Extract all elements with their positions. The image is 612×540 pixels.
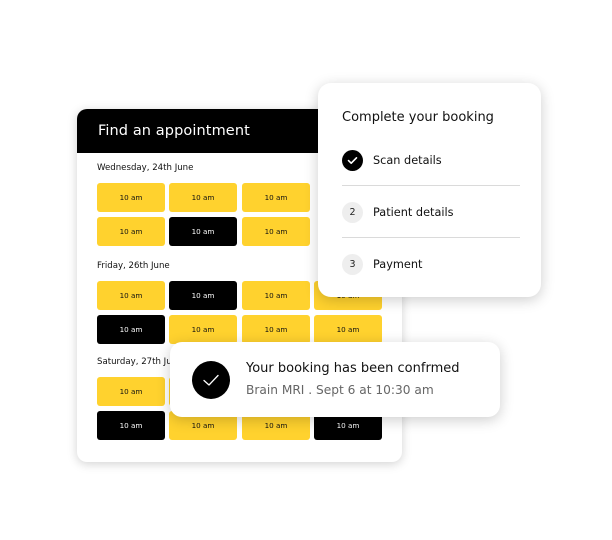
step-number: 2 — [342, 201, 363, 223]
time-slot-available[interactable]: 10 am — [169, 183, 237, 212]
time-slot-available[interactable]: 10 am — [97, 183, 165, 212]
time-slot-available[interactable]: 10 am — [242, 183, 310, 212]
toast-subtitle: Brain MRI . Sept 6 at 10:30 am — [246, 383, 434, 397]
step-label: Payment — [373, 257, 423, 271]
day-section: Wednesday, 24th June 10 am 10 am 10 am 10 am… — [97, 161, 310, 246]
booking-confirmed-toast: Your booking has been confrmed Brain MRI… — [170, 342, 500, 417]
day-label: Friday, 26th June — [97, 261, 170, 271]
time-slot-available[interactable]: 10 am — [242, 315, 310, 344]
time-slot-available[interactable]: 10 am — [97, 281, 165, 310]
check-icon — [342, 149, 363, 171]
day-label: Wednesday, 24th June — [97, 163, 194, 173]
time-slot-booked[interactable]: 10 am — [169, 281, 237, 310]
steps-title: Complete your booking — [342, 110, 494, 125]
step-label: Patient details — [373, 205, 454, 219]
time-slot-booked[interactable]: 10 am — [97, 411, 165, 440]
step-divider — [342, 237, 520, 238]
time-slot-available[interactable]: 10 am — [242, 281, 310, 310]
time-slot-available[interactable]: 10 am — [169, 315, 237, 344]
step-scan-details[interactable]: Scan details — [342, 149, 520, 171]
appointment-title: Find an appointment — [98, 123, 250, 139]
toast-title: Your booking has been confrmed — [246, 361, 460, 376]
time-slot-available[interactable]: 10 am — [97, 377, 165, 406]
time-slot-available[interactable]: 10 am — [314, 315, 382, 344]
step-number: 3 — [342, 253, 363, 275]
step-payment[interactable]: 3 Payment — [342, 253, 520, 275]
step-divider — [342, 185, 520, 186]
step-label: Scan details — [373, 153, 442, 167]
time-slot-available[interactable]: 10 am — [97, 217, 165, 246]
complete-booking-card: Complete your booking Scan details 2 Pat… — [318, 83, 541, 297]
check-circle-icon — [192, 361, 230, 399]
time-slot-available[interactable]: 10 am — [242, 217, 310, 246]
time-slot-booked[interactable]: 10 am — [169, 217, 237, 246]
time-slot-booked[interactable]: 10 am — [97, 315, 165, 344]
step-patient-details[interactable]: 2 Patient details — [342, 201, 520, 223]
day-section: Friday, 26th June 10 am 10 am 10 am 10 am 10 … — [97, 259, 382, 344]
